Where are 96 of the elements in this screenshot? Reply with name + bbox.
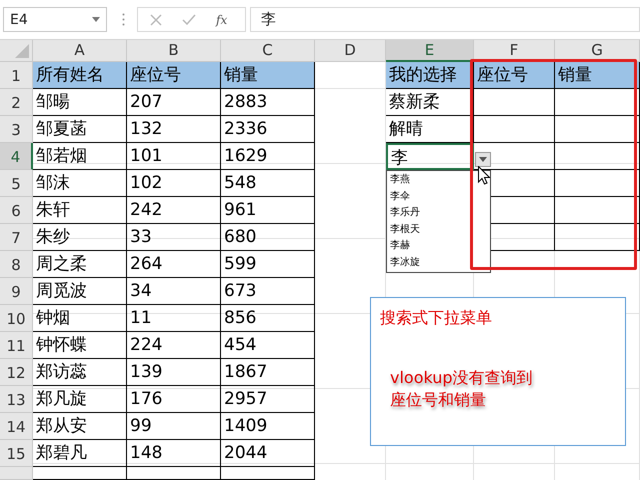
- formula-input[interactable]: 李: [250, 7, 640, 32]
- empty-cell[interactable]: [221, 467, 315, 480]
- table-cell[interactable]: 郑从安: [33, 413, 127, 440]
- table-cell[interactable]: 599: [221, 251, 315, 278]
- table-cell[interactable]: 242: [127, 197, 221, 224]
- row-header[interactable]: 2: [0, 89, 33, 116]
- empty-cell[interactable]: [555, 116, 640, 143]
- dropdown-item[interactable]: 李乐丹: [390, 205, 490, 222]
- dropdown-item[interactable]: 李冰旋: [390, 254, 490, 271]
- table-cell[interactable]: 钟烟: [33, 305, 127, 332]
- table-cell[interactable]: 132: [127, 116, 221, 143]
- insert-function-button[interactable]: fx: [216, 12, 228, 26]
- table-cell[interactable]: 2883: [221, 89, 315, 116]
- column-header[interactable]: B: [127, 40, 221, 62]
- table-cell[interactable]: 蔡新柔: [386, 89, 474, 116]
- table-cell[interactable]: 钟怀蝶: [33, 332, 127, 359]
- table-cell[interactable]: 邹暘: [33, 89, 127, 116]
- table-cell[interactable]: 1867: [221, 359, 315, 386]
- empty-cell[interactable]: [555, 143, 640, 170]
- row-header[interactable]: 6: [0, 197, 33, 224]
- empty-cell[interactable]: [474, 116, 555, 143]
- row-header[interactable]: 9: [0, 278, 33, 305]
- empty-cell[interactable]: [127, 467, 221, 480]
- table-cell[interactable]: 99: [127, 413, 221, 440]
- checkmark-icon[interactable]: [182, 14, 196, 25]
- empty-cell[interactable]: [555, 170, 640, 197]
- row-header[interactable]: 1: [0, 62, 33, 89]
- grip-icon: [122, 13, 125, 26]
- row-header[interactable]: 8: [0, 251, 33, 278]
- table-cell[interactable]: 座位号: [127, 62, 221, 89]
- table-cell[interactable]: 224: [127, 332, 221, 359]
- table-cell[interactable]: 11: [127, 305, 221, 332]
- table-cell[interactable]: 1409: [221, 413, 315, 440]
- table-cell[interactable]: 邹夏菡: [33, 116, 127, 143]
- table-cell[interactable]: 673: [221, 278, 315, 305]
- row-header[interactable]: 11: [0, 332, 33, 359]
- table-cell[interactable]: 139: [127, 359, 221, 386]
- row-header[interactable]: 10: [0, 305, 33, 332]
- table-cell[interactable]: 郑碧凡: [33, 440, 127, 467]
- name-box[interactable]: E4: [3, 7, 107, 32]
- table-cell[interactable]: 102: [127, 170, 221, 197]
- table-cell[interactable]: 264: [127, 251, 221, 278]
- table-cell[interactable]: 朱轩: [33, 197, 127, 224]
- caret-icon: [92, 17, 100, 22]
- row-header[interactable]: 3: [0, 116, 33, 143]
- table-cell[interactable]: 454: [221, 332, 315, 359]
- column-header[interactable]: A: [33, 40, 127, 62]
- table-cell[interactable]: 176: [127, 386, 221, 413]
- table-cell[interactable]: 680: [221, 224, 315, 251]
- table-cell[interactable]: 邹若烟: [33, 143, 127, 170]
- row-header[interactable]: 14: [0, 413, 33, 440]
- table-cell[interactable]: 销量: [555, 62, 640, 89]
- table-cell[interactable]: 101: [127, 143, 221, 170]
- table-cell[interactable]: 2044: [221, 440, 315, 467]
- table-cell[interactable]: 郑凡旋: [33, 386, 127, 413]
- table-cell[interactable]: 所有姓名: [33, 62, 127, 89]
- row-header[interactable]: 4: [0, 143, 33, 170]
- table-cell[interactable]: 郑访蕊: [33, 359, 127, 386]
- table-cell[interactable]: 邹沫: [33, 170, 127, 197]
- table-cell[interactable]: 朱纱: [33, 224, 127, 251]
- dropdown-list[interactable]: 李燕 李伞 李乐丹 李根天 李赫 李冰旋: [386, 170, 491, 273]
- column-header[interactable]: C: [221, 40, 315, 62]
- empty-cell[interactable]: [555, 224, 640, 251]
- callout-text: vlookup没有查询到座位号和销量: [390, 367, 534, 411]
- table-cell[interactable]: 座位号: [474, 62, 555, 89]
- row-header[interactable]: 5: [0, 170, 33, 197]
- table-cell[interactable]: 207: [127, 89, 221, 116]
- column-header[interactable]: E: [386, 40, 474, 62]
- row-header[interactable]: 15: [0, 440, 33, 467]
- table-cell[interactable]: 2336: [221, 116, 315, 143]
- dropdown-item[interactable]: 李根天: [390, 222, 490, 238]
- table-cell[interactable]: 我的选择: [386, 62, 474, 89]
- dropdown-button[interactable]: [475, 152, 491, 167]
- table-cell[interactable]: 2957: [221, 386, 315, 413]
- row-header[interactable]: 12: [0, 359, 33, 386]
- row-header[interactable]: 7: [0, 224, 33, 251]
- table-cell[interactable]: 销量: [221, 62, 315, 89]
- empty-cell[interactable]: [474, 89, 555, 116]
- table-cell[interactable]: 1629: [221, 143, 315, 170]
- empty-cell[interactable]: [555, 89, 640, 116]
- table-cell[interactable]: 961: [221, 197, 315, 224]
- dropdown-item[interactable]: 李伞: [390, 188, 490, 205]
- table-cell[interactable]: 周觅波: [33, 278, 127, 305]
- table-cell[interactable]: 解晴: [386, 116, 474, 143]
- dropdown-item[interactable]: 李赫: [390, 238, 490, 254]
- table-cell[interactable]: 856: [221, 305, 315, 332]
- caret-icon: [479, 157, 487, 162]
- table-cell[interactable]: 34: [127, 278, 221, 305]
- note-title: 搜索式下拉菜单: [380, 308, 492, 329]
- table-cell[interactable]: 548: [221, 170, 315, 197]
- table-cell[interactable]: 周之柔: [33, 251, 127, 278]
- table-cell[interactable]: 148: [127, 440, 221, 467]
- table-cell[interactable]: 33: [127, 224, 221, 251]
- row-header[interactable]: 13: [0, 386, 33, 413]
- empty-cell[interactable]: [555, 197, 640, 224]
- column-header[interactable]: D: [315, 40, 386, 62]
